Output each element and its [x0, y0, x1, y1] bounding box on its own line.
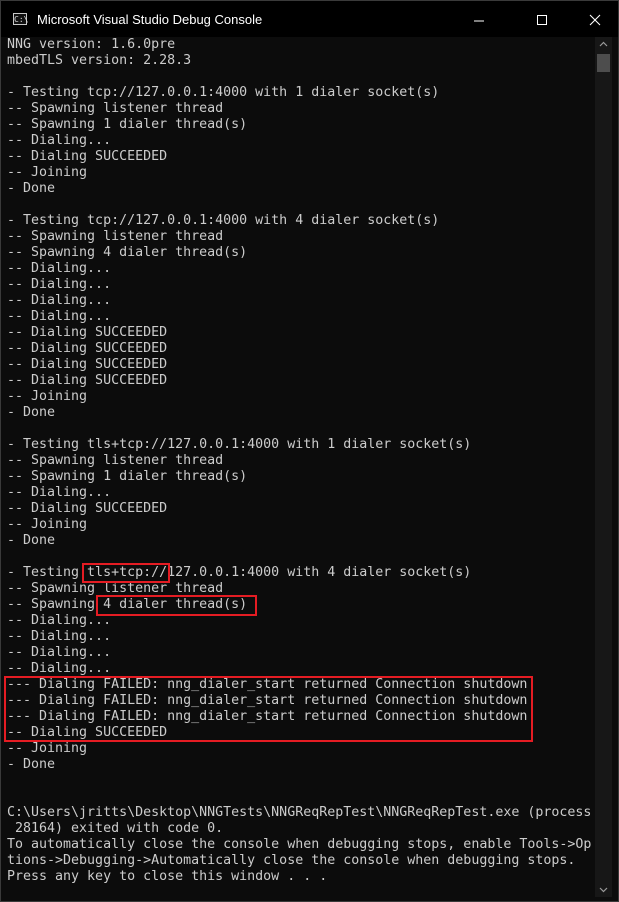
console-line: -- Dialing...	[7, 277, 112, 292]
console-line: -- Spawning 4 dialer thread(s)	[7, 245, 248, 260]
console-line: C:\Users\jritts\Desktop\NNGTests\NNGReqR…	[7, 805, 592, 820]
console-line: -- Dialing...	[7, 261, 112, 276]
console-line: -- Joining	[7, 165, 88, 180]
console-line: -- Joining	[7, 517, 88, 532]
console-line: -- Dialing SUCCEEDED	[7, 501, 168, 516]
console-line: To automatically close the console when …	[7, 837, 592, 852]
console-line: -- Dialing...	[7, 485, 112, 500]
maximize-button[interactable]	[519, 1, 565, 37]
console-line: -- Joining	[7, 389, 88, 404]
console-line: -- Dialing...	[7, 629, 112, 644]
vertical-scrollbar[interactable]	[595, 37, 612, 897]
console-line: mbedTLS version: 2.28.3	[7, 53, 192, 68]
highlight-box-failed-dials	[4, 676, 533, 742]
console-line: - Done	[7, 757, 56, 772]
console-line: Press any key to close this window . . .	[7, 869, 328, 884]
console-line: -- Dialing...	[7, 645, 112, 660]
highlight-box-dialer-threads	[96, 595, 257, 616]
console-line: NNG version: 1.6.0pre	[7, 37, 176, 52]
console-line: - Done	[7, 405, 56, 420]
console-line: -- Dialing SUCCEEDED	[7, 325, 168, 340]
console-line: -- Spawning listener thread	[7, 101, 224, 116]
console-line: -- Spawning 1 dialer thread(s)	[7, 117, 248, 132]
console-line: tions->Debugging->Automatically close th…	[7, 853, 576, 868]
close-button[interactable]	[572, 1, 618, 37]
console-line: -- Dialing...	[7, 133, 112, 148]
scroll-down-arrow-icon[interactable]	[599, 887, 608, 893]
console-line: -- Joining	[7, 741, 88, 756]
console-line: -- Spawning listener thread	[7, 229, 224, 244]
console-line: -- Spawning 1 dialer thread(s)	[7, 469, 248, 484]
console-line: -- Dialing SUCCEEDED	[7, 149, 168, 164]
scrollbar-thumb[interactable]	[597, 54, 610, 72]
minimize-icon	[474, 20, 484, 22]
minimize-button[interactable]	[456, 1, 502, 37]
console-line: -- Dialing...	[7, 309, 112, 324]
console-line: 28164) exited with code 0.	[7, 821, 224, 836]
scroll-up-arrow-icon[interactable]	[599, 41, 608, 47]
console-window: C:\ Microsoft Visual Studio Debug Consol…	[0, 0, 619, 902]
highlight-box-tls-tcp	[82, 563, 170, 583]
close-icon	[589, 14, 601, 26]
console-line: -- Dialing SUCCEEDED	[7, 357, 168, 372]
console-output[interactable]: NNG version: 1.6.0pre mbedTLS version: 2.…	[7, 37, 595, 899]
console-line: -- Spawning listener thread	[7, 453, 224, 468]
console-line: -- Dialing...	[7, 661, 112, 676]
console-line: - Testing tls+tcp://127.0.0.1:4000 with …	[7, 437, 472, 452]
console-line: -- Dialing...	[7, 293, 112, 308]
title-bar[interactable]: C:\ Microsoft Visual Studio Debug Consol…	[1, 1, 618, 37]
console-line: - Done	[7, 181, 56, 196]
console-app-icon: C:\	[13, 13, 29, 25]
console-line: - Testing tcp://127.0.0.1:4000 with 1 di…	[7, 85, 440, 100]
console-line: - Done	[7, 533, 56, 548]
maximize-icon	[537, 15, 547, 25]
console-line: -- Dialing SUCCEEDED	[7, 341, 168, 356]
console-line: - Testing tcp://127.0.0.1:4000 with 4 di…	[7, 213, 440, 228]
window-title: Microsoft Visual Studio Debug Console	[37, 12, 263, 27]
console-line: -- Dialing SUCCEEDED	[7, 373, 168, 388]
